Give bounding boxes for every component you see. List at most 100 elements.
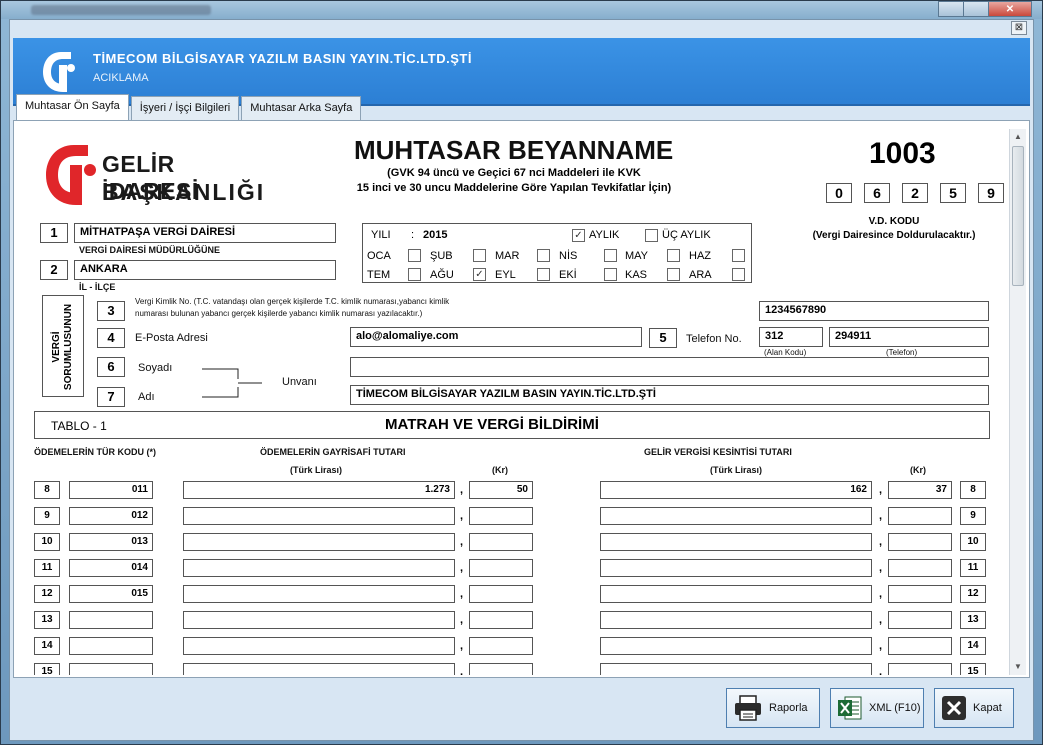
table-title: MATRAH VE VERGİ BİLDİRİMİ <box>385 416 599 433</box>
quarterly-checkbox[interactable] <box>645 229 658 242</box>
month-checkbox-checked[interactable]: ✓ <box>473 268 486 281</box>
month-label: OCA <box>367 250 391 262</box>
maximize-button[interactable] <box>963 1 989 17</box>
area-code-field[interactable]: 312 <box>759 327 823 347</box>
close-button[interactable]: Kapat <box>934 688 1014 728</box>
type-code-field[interactable] <box>69 611 153 629</box>
gross-kr-field[interactable] <box>469 585 533 603</box>
tax-office-field[interactable]: MİTHATPAŞA VERGİ DAİRESİ <box>74 223 336 243</box>
tab-isyeri-isci-bilgileri[interactable]: İşyeri / İşçi Bilgileri <box>130 96 240 120</box>
minimize-button[interactable] <box>938 1 964 17</box>
tax-id-field[interactable]: 1234567890 <box>759 301 989 321</box>
gib-logo-icon <box>46 145 96 205</box>
tax-tl-field[interactable] <box>600 585 872 603</box>
col-gross-kr: (Kr) <box>492 465 508 475</box>
table-header-bar: TABLO - 1 MATRAH VE VERGİ BİLDİRİMİ <box>34 411 990 439</box>
close-button-label: Kapat <box>973 702 1002 714</box>
banner-subtitle: ACIKLAMA <box>93 72 149 84</box>
phone-field[interactable]: 294911 <box>829 327 989 347</box>
xml-button[interactable]: XML (F10) <box>830 688 924 728</box>
window-close-button[interactable]: ✕ <box>988 1 1032 17</box>
type-code-field[interactable]: 012 <box>69 507 153 525</box>
gross-kr-field[interactable] <box>469 533 533 551</box>
tax-kr-field[interactable] <box>888 507 952 525</box>
vd-digit[interactable]: 0 <box>826 183 852 203</box>
scroll-up-icon[interactable]: ▲ <box>1010 129 1026 145</box>
gross-kr-field[interactable]: 50 <box>469 481 533 499</box>
inner-close-button[interactable]: ⊠ <box>1011 21 1027 35</box>
tax-tl-field[interactable] <box>600 533 872 551</box>
city-field[interactable]: ANKARA <box>74 260 336 280</box>
vd-digit[interactable]: 6 <box>864 183 890 203</box>
tax-tl-field[interactable]: 162 <box>600 481 872 499</box>
gross-tl-field[interactable] <box>183 585 455 603</box>
tab-muhtasar-arka-sayfa[interactable]: Muhtasar Arka Sayfa <box>241 96 362 120</box>
gross-kr-field[interactable] <box>469 663 533 675</box>
gross-tl-field[interactable] <box>183 559 455 577</box>
title-field[interactable]: TİMECOM BİLGİSAYAR YAZILM BASIN YAYIN.Tİ… <box>350 385 989 405</box>
window-titlebar[interactable]: ✕ <box>1 1 1042 19</box>
decimal-separator: , <box>879 640 883 652</box>
month-checkbox[interactable] <box>408 268 421 281</box>
gross-kr-field[interactable] <box>469 637 533 655</box>
tax-kr-field[interactable] <box>888 559 952 577</box>
report-button[interactable]: Raporla <box>726 688 820 728</box>
col-tax-tl: (Türk Lirası) <box>710 465 763 475</box>
form-title: MUHTASAR BEYANNAME <box>354 135 674 165</box>
client-area: ⊠ TİMECOM BİLGİSAYAR YAZILM BASIN YAYIN.… <box>9 19 1034 741</box>
row-number-left: 13 <box>34 611 60 629</box>
row-number-right: 10 <box>960 533 986 551</box>
vd-digit[interactable]: 9 <box>978 183 1004 203</box>
monthly-checkbox[interactable]: ✓ <box>572 229 585 242</box>
gross-kr-field[interactable] <box>469 559 533 577</box>
month-checkbox[interactable] <box>604 249 617 262</box>
tax-tl-field[interactable] <box>600 559 872 577</box>
surname-field[interactable] <box>350 357 989 377</box>
gross-kr-field[interactable] <box>469 507 533 525</box>
scroll-thumb[interactable] <box>1012 146 1024 286</box>
gross-tl-field[interactable] <box>183 663 455 675</box>
tax-tl-field[interactable] <box>600 507 872 525</box>
month-checkbox[interactable] <box>473 249 486 262</box>
gross-tl-field[interactable] <box>183 533 455 551</box>
month-checkbox[interactable] <box>732 268 745 281</box>
month-checkbox[interactable] <box>732 249 745 262</box>
tax-tl-field[interactable] <box>600 663 872 675</box>
email-field[interactable]: alo@alomaliye.com <box>350 327 642 347</box>
type-code-field[interactable] <box>69 663 153 675</box>
tax-tl-field[interactable] <box>600 637 872 655</box>
tax-kr-field[interactable] <box>888 611 952 629</box>
vd-digit[interactable]: 5 <box>940 183 966 203</box>
type-code-field[interactable] <box>69 637 153 655</box>
type-code-field[interactable]: 011 <box>69 481 153 499</box>
month-checkbox[interactable] <box>408 249 421 262</box>
gross-tl-field[interactable]: 1.273 <box>183 481 455 499</box>
month-checkbox[interactable] <box>604 268 617 281</box>
tax-kr-field[interactable] <box>888 585 952 603</box>
printer-icon <box>735 695 761 721</box>
type-code-field[interactable]: 013 <box>69 533 153 551</box>
decimal-separator: , <box>879 666 883 675</box>
row-number-right: 13 <box>960 611 986 629</box>
scroll-down-icon[interactable]: ▼ <box>1010 659 1026 675</box>
month-checkbox[interactable] <box>667 268 680 281</box>
type-code-field[interactable]: 014 <box>69 559 153 577</box>
tax-kr-field[interactable] <box>888 663 952 675</box>
tax-kr-field[interactable] <box>888 533 952 551</box>
tax-kr-field[interactable] <box>888 637 952 655</box>
gross-tl-field[interactable] <box>183 637 455 655</box>
month-checkbox[interactable] <box>667 249 680 262</box>
gross-tl-field[interactable] <box>183 507 455 525</box>
tab-muhtasar-on-sayfa[interactable]: Muhtasar Ön Sayfa <box>16 94 129 121</box>
vertical-scrollbar[interactable]: ▲ ▼ <box>1009 129 1026 675</box>
window-title <box>31 5 211 15</box>
vd-digit[interactable]: 2 <box>902 183 928 203</box>
gross-tl-field[interactable] <box>183 611 455 629</box>
month-checkbox[interactable] <box>537 249 550 262</box>
month-label: EYL <box>495 269 516 281</box>
gross-kr-field[interactable] <box>469 611 533 629</box>
type-code-field[interactable]: 015 <box>69 585 153 603</box>
tax-tl-field[interactable] <box>600 611 872 629</box>
month-checkbox[interactable] <box>537 268 550 281</box>
tax-kr-field[interactable]: 37 <box>888 481 952 499</box>
